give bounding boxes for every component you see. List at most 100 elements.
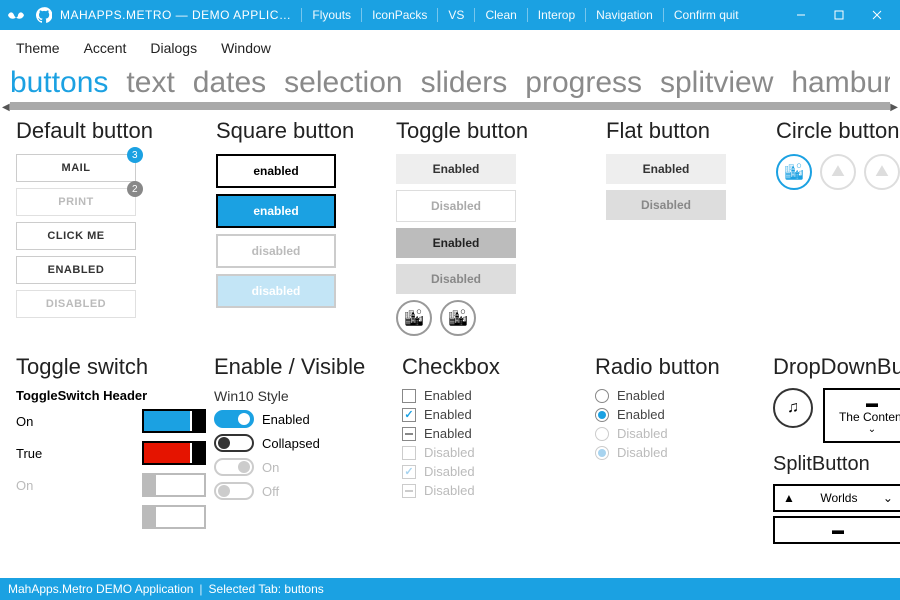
section-title: Square button — [216, 118, 386, 144]
menu-theme[interactable]: Theme — [6, 34, 70, 62]
tab-scroll-right[interactable]: ▶ — [890, 102, 898, 113]
status-separator: | — [199, 582, 202, 596]
checkbox-unchecked-dim — [402, 446, 416, 460]
nav-flyouts[interactable]: Flyouts — [301, 8, 361, 22]
minimize-button[interactable] — [782, 1, 820, 29]
toggle-button-enabled[interactable]: Enabled — [396, 154, 516, 184]
default-button-print[interactable]: PRINT2 — [16, 188, 136, 216]
landscape-icon: ⛰ — [831, 163, 844, 181]
split-button-worlds[interactable]: ▲ Worlds ⌄ — [773, 484, 900, 512]
square-button-enabled[interactable]: enabled — [216, 154, 336, 188]
maximize-button[interactable] — [820, 1, 858, 29]
pill-switch-on-dim — [214, 458, 254, 476]
ts-label: On — [16, 478, 33, 493]
dropdown-circle-music[interactable]: ♫ — [773, 388, 813, 428]
cb-label: Disabled — [424, 445, 475, 460]
pill-switch-collapsed[interactable] — [214, 434, 254, 452]
checkbox-checked[interactable] — [402, 408, 416, 422]
dropdown-label: The Content — [829, 410, 900, 424]
radio-on[interactable] — [595, 408, 609, 422]
city-icon: 🏙 — [404, 308, 424, 328]
toggle-button-enabled-pressed[interactable]: Enabled — [396, 228, 516, 258]
checkbox-indeterminate[interactable] — [402, 427, 416, 441]
default-button-clickme[interactable]: CLICK ME — [16, 222, 136, 250]
nav-navigation[interactable]: Navigation — [585, 8, 663, 22]
book-icon: ▬ — [829, 396, 900, 410]
square-button-enabled-active[interactable]: enabled — [216, 194, 336, 228]
warning-icon: ▲ — [783, 491, 795, 505]
circle-button-active[interactable]: 🏙 — [776, 154, 812, 190]
circle-toggle-2[interactable]: 🏙 — [440, 300, 476, 336]
pill-switch-enabled[interactable] — [214, 410, 254, 428]
rb-label: Enabled — [617, 407, 665, 422]
tabstrip: buttons text dates selection sliders pro… — [10, 66, 890, 100]
pill-switch-off-dim — [214, 482, 254, 500]
circle-button-row: 🏙 ⛰ ⛰ — [776, 154, 900, 190]
toggle-button-disabled-pressed: Disabled — [396, 264, 516, 294]
circle-toggle-1[interactable]: 🏙 — [396, 300, 432, 336]
dropdown-content-button[interactable]: ▬ The Content ⌄ — [823, 388, 900, 443]
default-button-mail[interactable]: MAIL3 — [16, 154, 136, 182]
ts-label: On — [16, 414, 33, 429]
menu-dialogs[interactable]: Dialogs — [140, 34, 207, 62]
nav-vs[interactable]: VS — [437, 8, 474, 22]
tab-hamburger[interactable]: hamburger — [791, 66, 890, 100]
music-note-icon: ♫ — [787, 399, 799, 417]
section-enable-visible: Enable / Visible Win10 Style Enabled Col… — [214, 354, 394, 544]
pill-label: Enabled — [262, 412, 310, 427]
pill-label: Collapsed — [262, 436, 320, 451]
tab-scrollbar[interactable] — [10, 102, 890, 110]
radio-off[interactable] — [595, 389, 609, 403]
window-title: MAHAPPS.METRO — DEMO APPLIC… — [60, 8, 291, 22]
checkbox-indeterminate-dim — [402, 484, 416, 498]
nav-interop[interactable]: Interop — [527, 8, 585, 22]
nav-confirm-quit[interactable]: Confirm quit — [663, 8, 749, 22]
tab-splitview[interactable]: splitview — [660, 66, 773, 100]
default-button-enabled[interactable]: ENABLED — [16, 256, 136, 284]
split-button-book[interactable]: ▬ — [773, 516, 900, 544]
close-button[interactable] — [858, 1, 896, 29]
button-label: PRINT — [58, 196, 94, 208]
statusbar: MahApps.Metro DEMO Application | Selecte… — [0, 578, 900, 600]
badge: 2 — [127, 181, 143, 197]
checkbox-unchecked[interactable] — [402, 389, 416, 403]
badge: 3 — [127, 147, 143, 163]
tab-dates[interactable]: dates — [193, 66, 266, 100]
menu-window[interactable]: Window — [211, 34, 281, 62]
section-radio-button: Radio button Enabled Enabled Disabled Di… — [595, 354, 765, 544]
splitbutton-title: SplitButton — [773, 453, 900, 476]
status-selected-value: buttons — [284, 582, 323, 596]
tab-selection[interactable]: selection — [284, 66, 402, 100]
section-square-button: Square button enabled enabled disabled d… — [216, 118, 386, 336]
section-toggle-switch: Toggle switch ToggleSwitch Header On Tru… — [16, 354, 206, 544]
menubar: Theme Accent Dialogs Window — [0, 30, 900, 66]
rb-label: Disabled — [617, 445, 668, 460]
mustache-icon — [4, 3, 28, 27]
tab-text[interactable]: text — [126, 66, 174, 100]
tab-scroll-left[interactable]: ◀ — [2, 102, 10, 113]
pill-label: Off — [262, 484, 279, 499]
square-button-disabled: disabled — [216, 234, 336, 268]
toggleswitch-off-dim — [142, 473, 206, 497]
section-title: Toggle switch — [16, 354, 206, 380]
tab-sliders[interactable]: sliders — [421, 66, 508, 100]
github-icon[interactable] — [32, 3, 56, 27]
flat-button-enabled[interactable]: Enabled — [606, 154, 726, 184]
toggleswitch-on[interactable] — [142, 409, 206, 433]
tab-progress[interactable]: progress — [525, 66, 642, 100]
toggleswitch-true[interactable] — [142, 441, 206, 465]
circle-button-dim-2: ⛰ — [864, 154, 900, 190]
section-circle-button: Circle button 🏙 ⛰ ⛰ — [776, 118, 900, 336]
section-title: Radio button — [595, 354, 765, 380]
button-label: MAIL — [62, 162, 91, 174]
nav-clean[interactable]: Clean — [474, 8, 526, 22]
section-flat-button: Flat button Enabled Disabled — [606, 118, 766, 336]
toggleswitch-header: ToggleSwitch Header — [16, 388, 206, 403]
city-icon: 🏙 — [784, 162, 804, 182]
tab-buttons[interactable]: buttons — [10, 66, 108, 100]
nav-iconpacks[interactable]: IconPacks — [361, 8, 437, 22]
pill-label: On — [262, 460, 279, 475]
subtitle: Win10 Style — [214, 388, 394, 404]
menu-accent[interactable]: Accent — [74, 34, 137, 62]
chevron-down-icon: ⌄ — [829, 424, 900, 435]
